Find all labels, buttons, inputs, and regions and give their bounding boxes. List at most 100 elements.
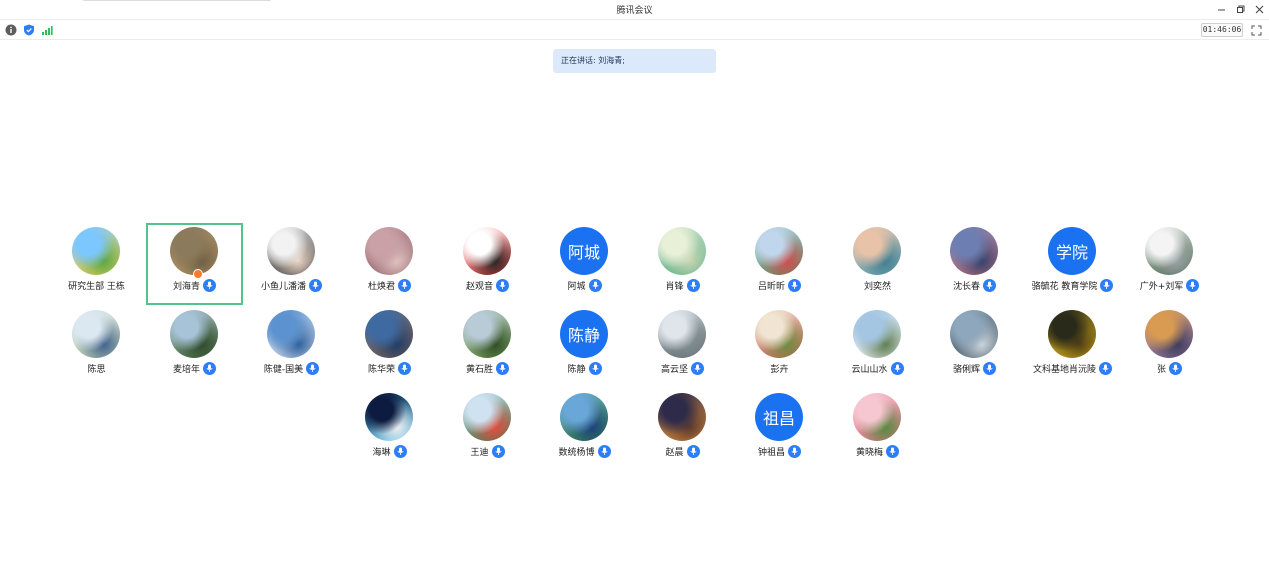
participant-name-row: 骆毓花 教育学院 bbox=[1024, 278, 1121, 292]
participant-name-row: 阿城 bbox=[536, 278, 633, 292]
participant-name-row: 陈华荣 bbox=[341, 361, 438, 375]
participant-tile[interactable]: 海琳 bbox=[341, 389, 438, 471]
participant-avatar-photo bbox=[853, 310, 901, 358]
participant-tile[interactable]: 黄晓梅 bbox=[829, 389, 926, 471]
participant-tile[interactable]: 赵晨 bbox=[634, 389, 731, 471]
microphone-icon[interactable] bbox=[398, 278, 411, 292]
participant-tile[interactable]: 肖锋 bbox=[634, 223, 731, 305]
participant-avatar-photo bbox=[267, 227, 315, 275]
participant-avatar-photo bbox=[658, 310, 706, 358]
microphone-icon[interactable] bbox=[588, 361, 602, 375]
participant-name: 吕昕昕 bbox=[757, 281, 785, 292]
participant-name-row: 刘海青 bbox=[148, 278, 241, 292]
participant-tile[interactable]: 赵观音 bbox=[439, 223, 536, 305]
participant-tile[interactable]: 麦培年 bbox=[146, 306, 243, 388]
participant-tile[interactable]: 学院骆毓花 教育学院 bbox=[1024, 223, 1121, 305]
microphone-icon[interactable] bbox=[393, 444, 407, 458]
signal-strength-icon[interactable] bbox=[41, 24, 53, 36]
participant-tile[interactable]: 陈健-国美 bbox=[243, 306, 340, 388]
fullscreen-icon[interactable] bbox=[1250, 24, 1262, 36]
participant-tile[interactable]: 刘奕然 bbox=[829, 223, 926, 305]
microphone-icon[interactable] bbox=[691, 361, 704, 375]
participant-tile[interactable]: 广外+刘军 bbox=[1121, 223, 1218, 305]
participant-tile[interactable]: 研究生部 王栋 bbox=[48, 223, 145, 305]
microphone-icon[interactable] bbox=[788, 278, 801, 292]
participant-tile[interactable]: 阿城 阿城 bbox=[536, 223, 633, 305]
participant-avatar-initials: 学院 bbox=[1048, 227, 1096, 275]
participant-tile[interactable]: 沈长春 bbox=[926, 223, 1023, 305]
microphone-icon[interactable] bbox=[1169, 361, 1182, 375]
participant-name: 广外+刘军 bbox=[1139, 281, 1184, 292]
microphone-icon[interactable] bbox=[496, 278, 509, 292]
participant-tile[interactable]: 高云坚 bbox=[634, 306, 731, 388]
participant-name-row: 高云坚 bbox=[634, 361, 731, 375]
participant-name-row: 肖锋 bbox=[634, 278, 731, 292]
participant-name: 黄晓梅 bbox=[855, 447, 883, 458]
participant-tile[interactable]: 杜焕君 bbox=[341, 223, 438, 305]
participant-avatar-photo bbox=[1145, 310, 1193, 358]
microphone-icon[interactable] bbox=[890, 361, 904, 375]
restore-icon[interactable] bbox=[1231, 1, 1249, 18]
participant-name: 彭卉 bbox=[770, 364, 789, 375]
microphone-icon[interactable] bbox=[886, 444, 899, 458]
participant-name-row: 赵晨 bbox=[634, 444, 731, 458]
minimize-icon[interactable] bbox=[1212, 1, 1230, 18]
participant-name-row: 刘奕然 bbox=[829, 278, 926, 292]
overlay-tab-edge bbox=[82, 0, 272, 1]
info-icon[interactable] bbox=[5, 24, 17, 36]
participant-name-row: 王迪 bbox=[439, 444, 536, 458]
participant-tile[interactable]: 吕昕昕 bbox=[731, 223, 828, 305]
participant-name: 数统杨博 bbox=[558, 447, 595, 458]
microphone-icon[interactable] bbox=[686, 444, 700, 458]
participant-tile[interactable]: 祖昌 钟祖昌 bbox=[731, 389, 828, 471]
microphone-icon[interactable] bbox=[597, 444, 611, 458]
participant-name: 麦培年 bbox=[172, 364, 200, 375]
close-icon[interactable] bbox=[1250, 1, 1268, 18]
participant-name-row: 广外+刘军 bbox=[1121, 278, 1218, 292]
participant-avatar-photo bbox=[365, 227, 413, 275]
participant-tile[interactable]: 骆俐辉 bbox=[926, 306, 1023, 388]
participant-tile[interactable]: 数统杨博 bbox=[536, 389, 633, 471]
participant-name: 刘奕然 bbox=[863, 281, 891, 292]
microphone-icon[interactable] bbox=[588, 278, 602, 292]
participant-name-row: 黄晓梅 bbox=[829, 444, 926, 458]
shield-icon[interactable] bbox=[23, 24, 35, 36]
participant-tile[interactable]: 文科基地肖沅陵 bbox=[1024, 306, 1121, 388]
microphone-icon[interactable] bbox=[306, 361, 320, 375]
participant-tile[interactable]: 王迪 bbox=[439, 389, 536, 471]
participant-tile[interactable]: 彭卉 bbox=[731, 306, 828, 388]
participant-name: 陈静 bbox=[567, 364, 586, 375]
participant-name-row: 海琳 bbox=[341, 444, 438, 458]
participant-name: 肖锋 bbox=[665, 281, 684, 292]
participant-tile[interactable]: 陈静 陈静 bbox=[536, 306, 633, 388]
microphone-icon[interactable] bbox=[1100, 278, 1114, 292]
participant-avatar-photo bbox=[560, 393, 608, 441]
participant-tile[interactable]: 黄石胜 bbox=[439, 306, 536, 388]
participant-tile[interactable]: 小鱼儿潘潘 bbox=[243, 223, 340, 305]
participant-name-row: 麦培年 bbox=[146, 361, 243, 375]
participant-name: 赵观音 bbox=[465, 281, 493, 292]
participant-tile[interactable]: 云山山水 bbox=[829, 306, 926, 388]
participant-name: 文科基地肖沅陵 bbox=[1032, 364, 1096, 375]
microphone-icon[interactable] bbox=[983, 278, 996, 292]
participant-name-row: 赵观音 bbox=[439, 278, 536, 292]
participant-tile[interactable]: 陈思 bbox=[48, 306, 145, 388]
microphone-icon[interactable] bbox=[491, 444, 505, 458]
participant-name: 陈健-国美 bbox=[263, 364, 304, 375]
participant-tile[interactable]: 张 bbox=[1121, 306, 1218, 388]
participant-tile[interactable]: 刘海青 bbox=[146, 223, 243, 305]
participant-avatar-photo bbox=[950, 227, 998, 275]
microphone-icon[interactable] bbox=[1099, 361, 1112, 375]
participant-tile[interactable]: 陈华荣 bbox=[341, 306, 438, 388]
microphone-icon[interactable] bbox=[496, 361, 509, 375]
microphone-icon[interactable] bbox=[788, 444, 801, 458]
participant-name: 陈思 bbox=[87, 364, 106, 375]
microphone-icon[interactable] bbox=[1186, 278, 1200, 292]
microphone-icon[interactable] bbox=[203, 361, 216, 375]
microphone-icon[interactable] bbox=[686, 278, 700, 292]
microphone-icon[interactable] bbox=[398, 361, 411, 375]
microphone-icon[interactable] bbox=[983, 361, 996, 375]
microphone-icon[interactable] bbox=[309, 278, 322, 292]
microphone-icon[interactable] bbox=[203, 278, 216, 292]
participant-avatar-photo bbox=[365, 393, 413, 441]
